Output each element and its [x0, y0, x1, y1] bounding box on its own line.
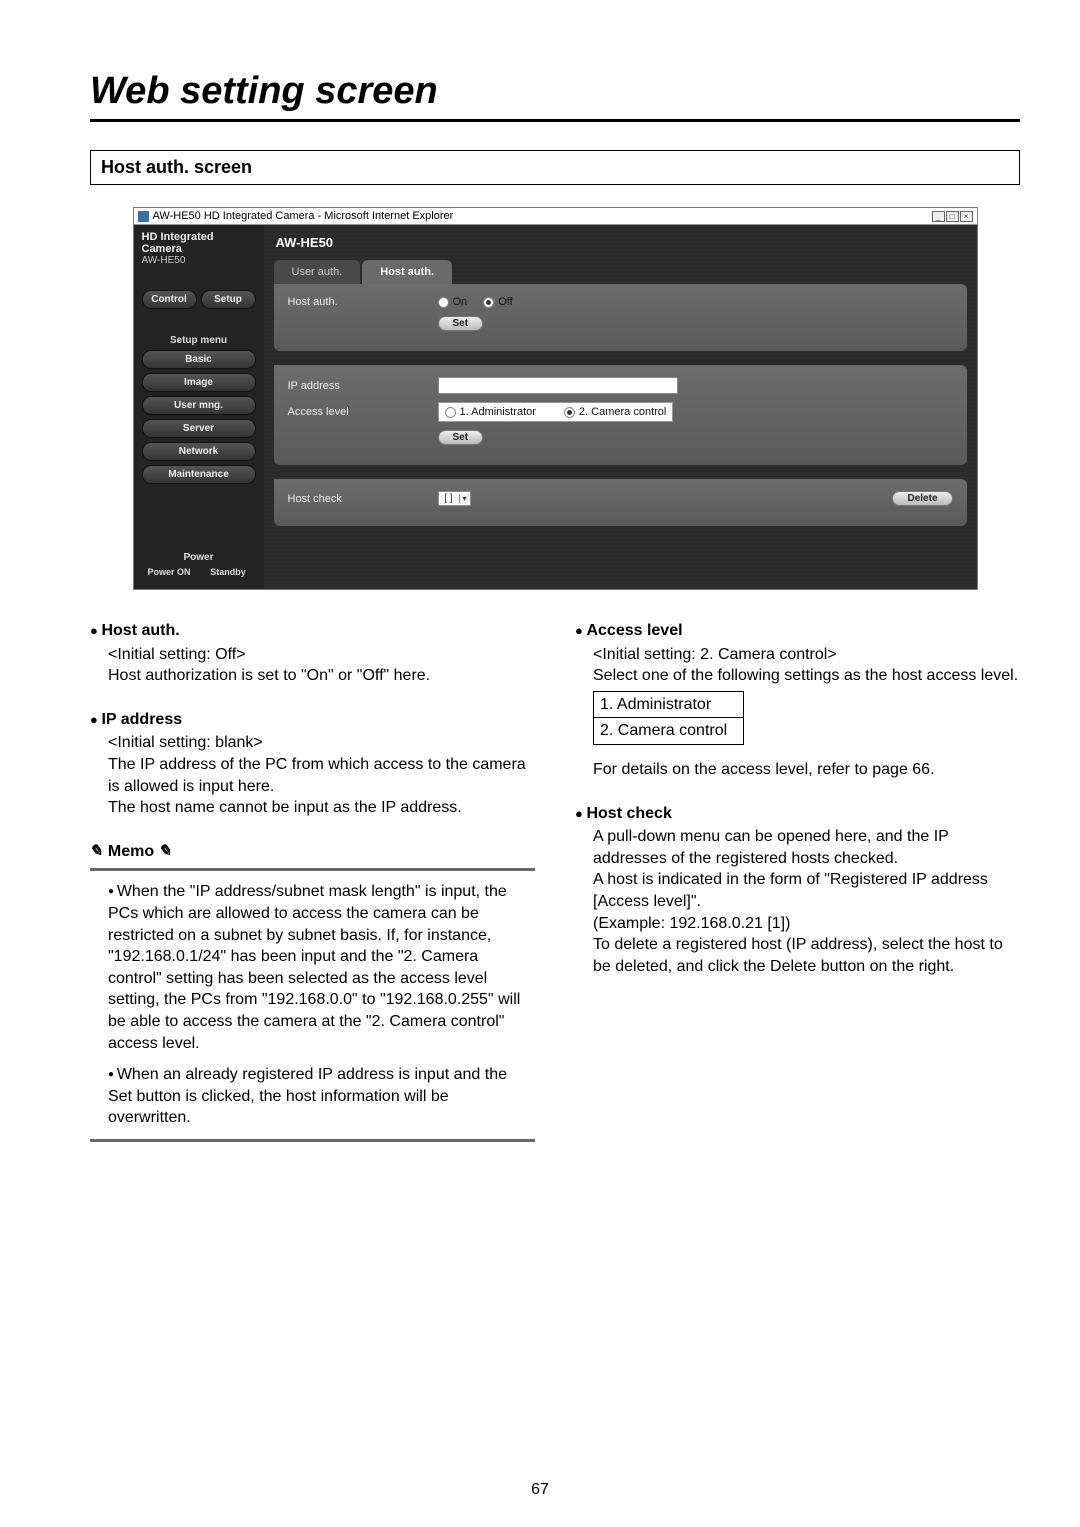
tab-user-auth[interactable]: User auth.: [274, 260, 361, 284]
memo-icon: ✎: [156, 841, 175, 863]
heading-access: Access level: [575, 620, 1020, 642]
sidebar-server-button[interactable]: Server: [142, 419, 256, 438]
heading-ip: IP address: [90, 709, 535, 731]
panel-hostcheck: Host check [ ]▾ Delete: [274, 479, 967, 526]
panel-hostauth: Host auth. On Off Set: [274, 284, 967, 351]
sidebar-image-button[interactable]: Image: [142, 373, 256, 392]
hc-body3: (Example: 192.168.0.21 [1]): [593, 913, 1020, 935]
hostcheck-dropdown[interactable]: [ ]▾: [438, 491, 471, 506]
body-access: Select one of the following settings as …: [593, 665, 1020, 687]
sidebar-product-line1: HD Integrated Camera: [142, 231, 256, 255]
memo-rule-top: [90, 868, 535, 871]
sidebar-setup-button[interactable]: Setup: [201, 290, 256, 309]
body-ip2: The host name cannot be input as the IP …: [108, 797, 535, 819]
memo-rule-bottom: [90, 1139, 535, 1142]
tab-host-auth[interactable]: Host auth.: [362, 260, 452, 284]
sidebar-usermng-button[interactable]: User mng.: [142, 396, 256, 415]
sidebar-control-button[interactable]: Control: [142, 290, 197, 309]
model-label: AW-HE50: [274, 231, 967, 260]
label-hostauth: Host auth.: [288, 296, 438, 308]
body-host-auth: Host authorization is set to "On" or "Of…: [108, 665, 535, 687]
sidebar-standby-button[interactable]: Standby: [201, 567, 256, 577]
tbl-camctrl: 2. Camera control: [594, 718, 744, 745]
right-column: Access level <Initial setting: 2. Camera…: [575, 620, 1020, 1142]
access-ref: For details on the access level, refer t…: [593, 759, 1020, 781]
access-level-options: 1. Administrator 2. Camera control: [438, 402, 674, 422]
access-level-table: 1. Administrator 2. Camera control: [593, 691, 744, 745]
radio-on-dot: [438, 297, 449, 308]
radio-camctrl-dot: [564, 407, 575, 418]
memo-item-1: When the "IP address/subnet mask length"…: [108, 881, 535, 1054]
window-titlebar: AW-HE50 HD Integrated Camera - Microsoft…: [134, 208, 977, 225]
radio-camctrl[interactable]: 2. Camera control: [564, 406, 666, 418]
memo-item-2: When an already registered IP address is…: [108, 1064, 535, 1129]
delete-button[interactable]: Delete: [892, 491, 952, 506]
sidebar-power-label: Power: [142, 552, 256, 563]
radio-admin[interactable]: 1. Administrator: [445, 406, 536, 418]
hc-body4: To delete a registered host (IP address)…: [593, 934, 1020, 977]
label-hostcheck: Host check: [288, 493, 438, 505]
left-column: Host auth. <Initial setting: Off> Host a…: [90, 620, 535, 1142]
maximize-icon[interactable]: □: [946, 211, 959, 222]
main-panel: AW-HE50 User auth. Host auth. Host auth.…: [264, 225, 977, 589]
title-rule: [90, 119, 1020, 122]
chevron-down-icon: ▾: [459, 494, 470, 503]
section-header: Host auth. screen: [90, 150, 1020, 185]
body-ip1: The IP address of the PC from which acce…: [108, 754, 535, 797]
ip-address-input[interactable]: [438, 377, 678, 394]
radio-admin-dot: [445, 407, 456, 418]
sidebar-poweron-button[interactable]: Power ON: [142, 567, 197, 577]
label-access: Access level: [288, 406, 438, 418]
window-buttons: _□×: [931, 210, 973, 222]
hc-body1: A pull-down menu can be opened here, and…: [593, 826, 1020, 869]
radio-off-dot: [483, 297, 494, 308]
memo-heading: ✎ Memo ✎: [90, 841, 535, 863]
page-title: Web setting screen: [90, 70, 1020, 115]
init-host-auth: <Initial setting: Off>: [108, 644, 535, 666]
set-button-1[interactable]: Set: [438, 316, 484, 331]
sidebar-maintenance-button[interactable]: Maintenance: [142, 465, 256, 484]
sidebar-basic-button[interactable]: Basic: [142, 350, 256, 369]
minimize-icon[interactable]: _: [932, 211, 945, 222]
tab-bar: User auth. Host auth.: [274, 260, 967, 284]
init-ip: <Initial setting: blank>: [108, 732, 535, 754]
app-icon: [138, 211, 149, 222]
radio-off[interactable]: Off: [483, 296, 512, 308]
browser-window: AW-HE50 HD Integrated Camera - Microsoft…: [133, 207, 978, 590]
init-access: <Initial setting: 2. Camera control>: [593, 644, 1020, 666]
close-icon[interactable]: ×: [960, 211, 973, 222]
sidebar: HD Integrated Camera AW-HE50 Control Set…: [134, 225, 264, 589]
set-button-2[interactable]: Set: [438, 430, 484, 445]
page-number: 67: [0, 1481, 1080, 1499]
label-ip: IP address: [288, 380, 438, 392]
tbl-admin: 1. Administrator: [594, 691, 744, 718]
window-title-text: AW-HE50 HD Integrated Camera - Microsoft…: [153, 210, 454, 222]
sidebar-product-line2: AW-HE50: [142, 255, 256, 266]
heading-host-auth: Host auth.: [90, 620, 535, 642]
sidebar-setupmenu-label: Setup menu: [142, 335, 256, 346]
memo-icon: ✎: [87, 841, 106, 863]
sidebar-network-button[interactable]: Network: [142, 442, 256, 461]
heading-hostcheck: Host check: [575, 803, 1020, 825]
radio-on[interactable]: On: [438, 296, 468, 308]
hc-body2: A host is indicated in the form of "Regi…: [593, 869, 1020, 912]
panel-ip-access: IP address Access level 1. Administrator…: [274, 365, 967, 465]
